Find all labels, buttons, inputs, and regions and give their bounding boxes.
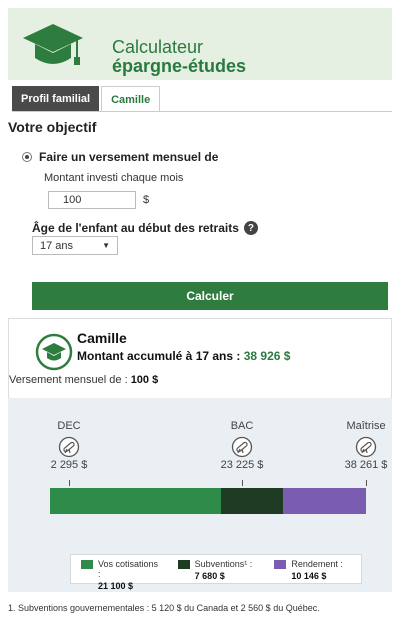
child-name: Camille [77, 330, 127, 346]
bar-segment-rendement [283, 488, 366, 514]
chevron-down-icon: ▼ [102, 241, 110, 250]
legend-item-rendement: Rendement : 10 146 $ [264, 555, 361, 583]
graduation-cap-icon [35, 333, 73, 371]
milestone-value: 23 225 $ [220, 459, 264, 471]
legend-item-subventions: Subventions¹ : 7 680 $ [168, 555, 265, 583]
accumulated-value: 38 926 $ [243, 349, 291, 363]
tab-profil-familial[interactable]: Profil familial [12, 86, 100, 112]
calculate-button[interactable]: Calculer [32, 282, 388, 310]
milestone-label: BAC [230, 420, 254, 432]
bar-segment-subventions [221, 488, 283, 514]
milestone-label: DEC [57, 420, 81, 432]
monthly-payment: Versement mensuel de : 100 $ [9, 374, 158, 386]
graduation-cap-icon [23, 24, 83, 65]
tab-divider [12, 111, 392, 112]
milestone-value: 38 261 $ [344, 459, 388, 471]
age-select[interactable]: 17 ans ▼ [32, 236, 118, 255]
legend-value: 21 100 $ [98, 581, 134, 591]
chart-legend: Vos cotisations : 21 100 $ Subventions¹ :… [70, 554, 362, 591]
monthly-value: 100 $ [130, 374, 159, 386]
section-title: Votre objectif [8, 119, 97, 135]
question-icon[interactable]: ? [243, 221, 258, 235]
age-label: Âge de l'enfant au début des retraits ? [32, 221, 258, 235]
legend-label: Rendement : [291, 559, 343, 569]
accumulated-amount: Montant accumulé à 17 ans : 38 926 $ [77, 349, 290, 363]
milestone-bac: BAC 23 225 $ [216, 420, 268, 471]
currency-label: $ [143, 194, 150, 206]
diploma-icon [231, 436, 253, 458]
legend-value: 7 680 $ [194, 571, 225, 581]
amount-label: Montant investi chaque mois [44, 172, 184, 184]
legend-swatch [81, 560, 93, 569]
milestone-value: 2 295 $ [50, 459, 88, 471]
age-label-text: Âge de l'enfant au début des retraits [32, 221, 239, 235]
tab-bar: Profil familial Camille [12, 86, 161, 112]
monthly-payment-option[interactable]: Faire un versement mensuel de [22, 150, 218, 164]
milestone-tick-bac [242, 480, 243, 486]
diploma-icon [355, 436, 377, 458]
app-title-line2: épargne-études [112, 56, 247, 76]
age-select-value: 17 ans [40, 239, 74, 252]
tab-camille[interactable]: Camille [101, 86, 161, 112]
app-title: Calculateur épargne-études [112, 38, 246, 76]
option-label: Faire un versement mensuel de [39, 150, 219, 164]
milestone-tick-maitrise [366, 480, 367, 486]
app-title-line1: Calculateur [112, 37, 204, 57]
monthly-label: Versement mensuel de : [9, 374, 131, 386]
milestone-label: Maîtrise [346, 420, 386, 432]
milestone-maitrise: Maîtrise 38 261 $ [340, 420, 392, 471]
legend-swatch [274, 560, 287, 569]
app-header: Calculateur épargne-études [8, 8, 392, 80]
legend-item-cotisations: Vos cotisations : 21 100 $ [71, 555, 168, 591]
footnote: 1. Subventions gouvernementales : 5 120 … [8, 603, 320, 613]
legend-label: Vos cotisations : [98, 559, 159, 579]
bar-segment-cotisations [50, 488, 221, 514]
accumulated-label: Montant accumulé à 17 ans : [77, 349, 244, 363]
legend-value: 10 146 $ [291, 571, 327, 581]
milestone-tick-dec [69, 480, 70, 486]
radio-button[interactable] [22, 152, 32, 162]
diploma-icon [58, 436, 80, 458]
legend-swatch [177, 560, 190, 569]
milestone-dec: DEC 2 295 $ [44, 420, 94, 471]
legend-label: Subventions¹ : [194, 559, 253, 569]
amount-input[interactable] [48, 191, 136, 209]
